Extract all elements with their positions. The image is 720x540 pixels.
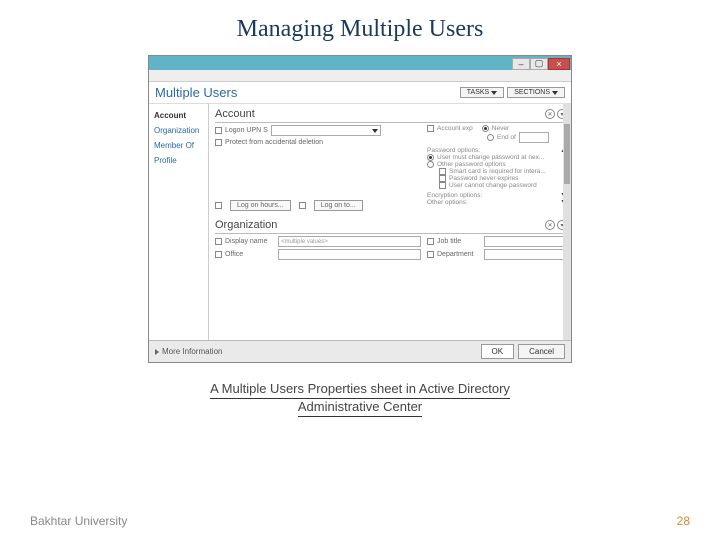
pwd-never-label: Password never expires bbox=[449, 175, 518, 182]
minimize-button[interactable]: – bbox=[512, 58, 530, 70]
logon-upn-dropdown[interactable] bbox=[271, 125, 381, 136]
office-label: Office bbox=[225, 251, 275, 258]
department-input[interactable] bbox=[484, 249, 567, 260]
section-account: Account ✕ ▾ Logon UPN S bbox=[215, 106, 567, 213]
slide-caption: A Multiple Users Properties sheet in Act… bbox=[0, 381, 720, 417]
display-name-label: Display name bbox=[225, 238, 275, 245]
display-name-checkbox[interactable] bbox=[215, 238, 222, 245]
dialog-header: Multiple Users TASKS SECTIONS bbox=[149, 82, 571, 104]
smartcard-checkbox[interactable] bbox=[439, 168, 446, 175]
close-section-icon[interactable]: ✕ bbox=[545, 220, 555, 230]
chevron-down-icon bbox=[491, 91, 497, 95]
other-pwd-radio[interactable] bbox=[427, 161, 434, 168]
logon-to-button[interactable]: Log on to... bbox=[314, 200, 363, 211]
sections-button[interactable]: SECTIONS bbox=[507, 87, 565, 98]
sidebar-item-member-of[interactable]: Member Of bbox=[149, 138, 208, 153]
protect-checkbox[interactable] bbox=[215, 139, 222, 146]
sidebar: Account Organization Member Of Profile bbox=[149, 104, 209, 346]
encryption-label: Encryption options: bbox=[427, 192, 482, 199]
cancel-button[interactable]: Cancel bbox=[518, 344, 565, 359]
page-number: 28 bbox=[677, 514, 690, 528]
logon-upn-label: Logon UPN S bbox=[225, 127, 268, 134]
logon-hours-checkbox[interactable] bbox=[215, 202, 222, 209]
dialog-window: – ▢ × Multiple Users TASKS SECTIONS Acco… bbox=[148, 55, 572, 363]
close-section-icon[interactable]: ✕ bbox=[545, 109, 555, 119]
sidebar-item-organization[interactable]: Organization bbox=[149, 123, 208, 138]
job-title-input[interactable] bbox=[484, 236, 567, 247]
office-checkbox[interactable] bbox=[215, 251, 222, 258]
account-exp-checkbox[interactable] bbox=[427, 125, 434, 132]
logon-to-checkbox[interactable] bbox=[299, 202, 306, 209]
caret-right-icon bbox=[155, 349, 159, 355]
job-title-label: Job title bbox=[437, 238, 481, 245]
other-options-label: Other options: bbox=[427, 199, 468, 206]
dialog-title: Multiple Users bbox=[155, 85, 237, 100]
logon-hours-button[interactable]: Log on hours... bbox=[230, 200, 291, 211]
job-title-checkbox[interactable] bbox=[427, 238, 434, 245]
never-label: Never bbox=[492, 125, 509, 132]
slide-title: Managing Multiple Users bbox=[0, 0, 720, 51]
must-change-radio[interactable] bbox=[427, 154, 434, 161]
scrollbar[interactable] bbox=[563, 104, 571, 346]
more-info-link[interactable]: More Information bbox=[155, 347, 222, 356]
office-input[interactable] bbox=[278, 249, 421, 260]
must-change-label: User must change password at nex... bbox=[437, 154, 544, 161]
sidebar-item-account[interactable]: Account bbox=[149, 108, 208, 123]
protect-label: Protect from accidental deletion bbox=[225, 139, 323, 146]
close-button[interactable]: × bbox=[548, 58, 570, 70]
titlebar: – ▢ × bbox=[149, 56, 571, 70]
department-label: Department bbox=[437, 251, 481, 258]
dialog-footer: More Information OK Cancel bbox=[149, 340, 571, 362]
section-organization: Organization ✕ ▾ Display name <multiple … bbox=[215, 217, 567, 262]
chevron-down-icon bbox=[552, 91, 558, 95]
cannot-change-checkbox[interactable] bbox=[439, 182, 446, 189]
ok-button[interactable]: OK bbox=[481, 344, 515, 359]
end-of-date-input[interactable] bbox=[519, 132, 549, 143]
account-exp-label: Account exp bbox=[437, 125, 473, 132]
department-checkbox[interactable] bbox=[427, 251, 434, 258]
footer-institution: Bakhtar University bbox=[30, 514, 127, 528]
smartcard-label: Smart card is required for intera... bbox=[449, 168, 546, 175]
chevron-down-icon bbox=[372, 129, 378, 133]
section-title-account: Account bbox=[215, 108, 255, 120]
maximize-button[interactable]: ▢ bbox=[530, 58, 548, 70]
cannot-change-label: User cannot change password bbox=[449, 182, 537, 189]
pwd-never-checkbox[interactable] bbox=[439, 175, 446, 182]
end-of-radio[interactable] bbox=[487, 134, 494, 141]
pwd-options-label: Password options: bbox=[427, 147, 480, 154]
tasks-button[interactable]: TASKS bbox=[460, 87, 504, 98]
section-title-organization: Organization bbox=[215, 219, 277, 231]
main-panel: Account ✕ ▾ Logon UPN S bbox=[209, 104, 571, 346]
display-name-input[interactable]: <multiple values> bbox=[278, 236, 421, 247]
scrollbar-thumb[interactable] bbox=[564, 124, 570, 184]
never-radio[interactable] bbox=[482, 125, 489, 132]
logon-upn-checkbox[interactable] bbox=[215, 127, 222, 134]
slide-footer: Bakhtar University 28 bbox=[0, 514, 720, 528]
sidebar-item-profile[interactable]: Profile bbox=[149, 153, 208, 168]
other-pwd-label: Other password options bbox=[437, 161, 506, 168]
window-toolbar bbox=[149, 70, 571, 82]
end-of-label: End of bbox=[497, 134, 516, 141]
